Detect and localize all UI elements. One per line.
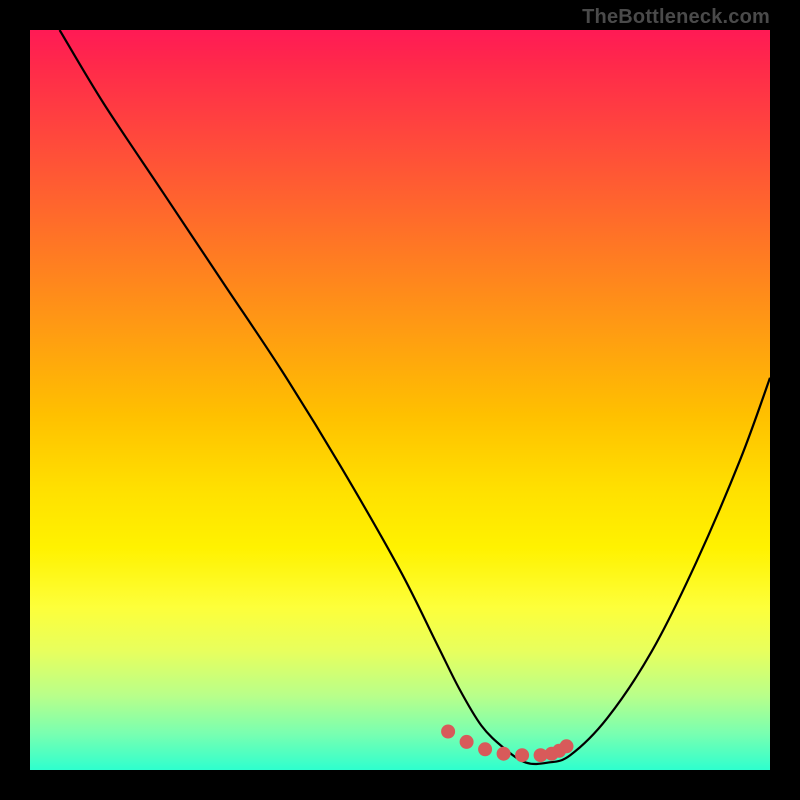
chart-frame: TheBottleneck.com [0, 0, 800, 800]
highlight-dot [460, 735, 474, 749]
highlight-dot [497, 747, 511, 761]
curve-layer [30, 30, 770, 770]
highlight-dot [560, 739, 574, 753]
highlight-dot [478, 742, 492, 756]
highlight-dot [441, 725, 455, 739]
highlight-dots [441, 725, 573, 763]
plot-area [30, 30, 770, 770]
watermark-text: TheBottleneck.com [582, 6, 770, 29]
highlight-dot [515, 748, 529, 762]
bottleneck-curve [60, 30, 770, 764]
